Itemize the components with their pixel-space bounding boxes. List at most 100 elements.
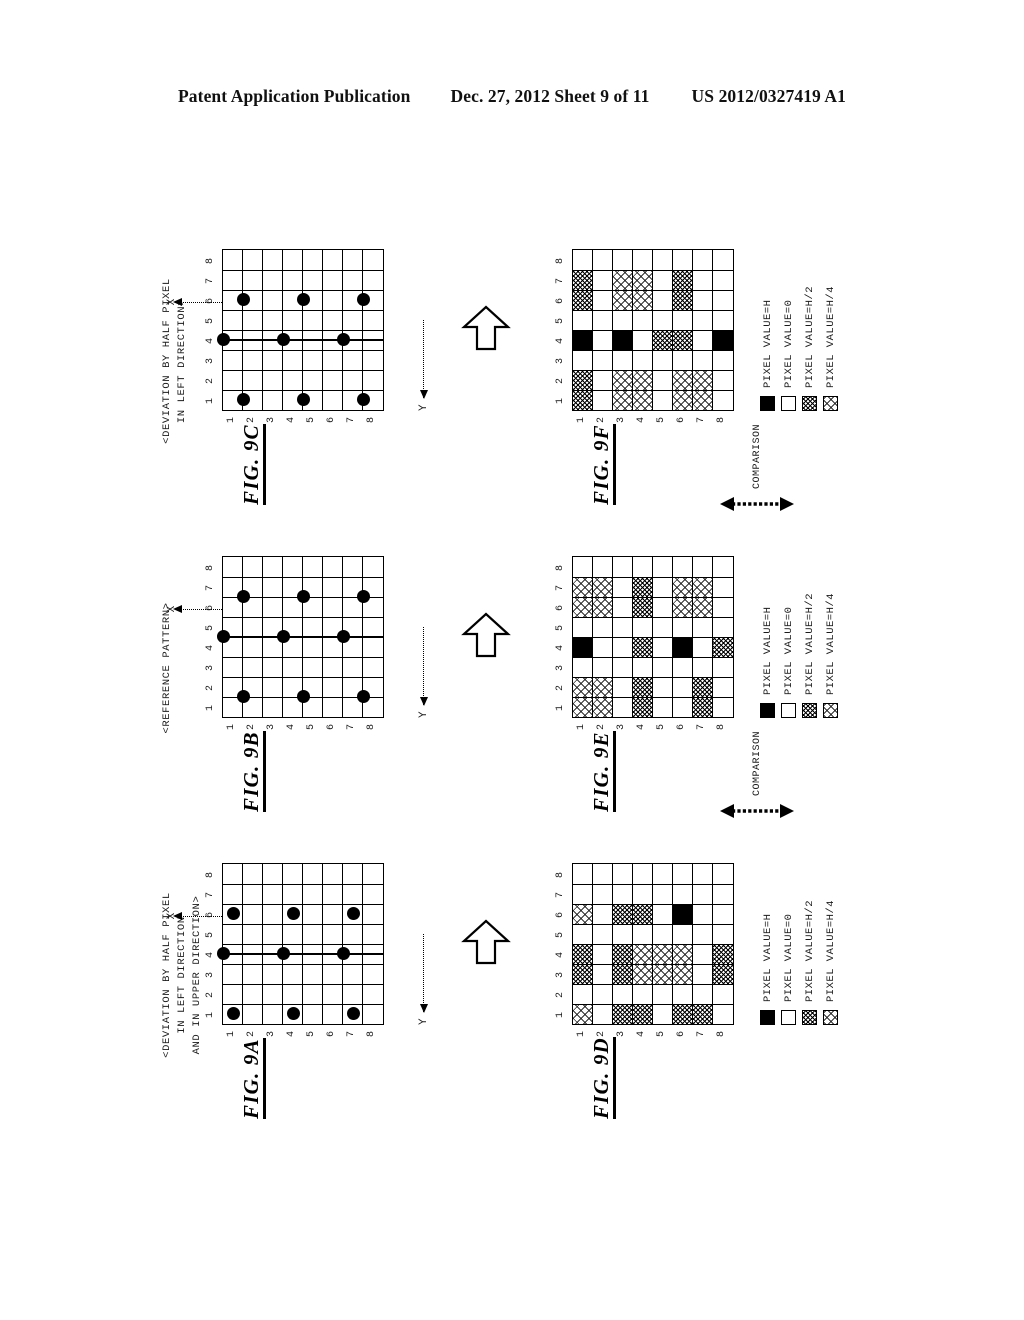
pixel-cell xyxy=(633,370,653,390)
grid-row-number: 3 xyxy=(616,1031,627,1038)
grid-row-number: 6 xyxy=(676,417,687,424)
legend-label: PIXEL VALUE=H/2 xyxy=(803,899,816,1002)
pixel-cell xyxy=(693,390,713,410)
y-axis-indicator: Y xyxy=(418,845,430,1025)
grid-cell xyxy=(223,270,243,290)
grid-cell xyxy=(303,270,323,290)
pixel-cell xyxy=(693,657,713,677)
pixel-cell xyxy=(573,557,593,577)
pixel-cell xyxy=(613,944,633,964)
pixel-cell xyxy=(673,677,693,697)
pixel-cell xyxy=(573,330,593,350)
pixel-cell xyxy=(653,637,673,657)
grid-column-number: 8 xyxy=(205,258,216,265)
pattern-dot xyxy=(216,630,230,644)
grid-cell xyxy=(263,677,283,697)
pixel-cell xyxy=(653,390,673,410)
grid-row-number: 4 xyxy=(286,1031,297,1038)
pixel-grid-c: 1234567812345678 xyxy=(555,249,734,423)
grid-cell xyxy=(323,677,343,697)
pixel-cell xyxy=(713,924,733,944)
pixel-cell xyxy=(613,270,633,290)
grid-cell xyxy=(303,1004,323,1024)
pattern-dot xyxy=(356,293,370,307)
publication-date-sheet: Dec. 27, 2012 Sheet 9 of 11 xyxy=(450,86,650,106)
x-axis-arrow-head xyxy=(173,912,182,921)
grid-row-number: 1 xyxy=(576,724,587,731)
figure-label-e: FIG. 9E xyxy=(589,731,617,812)
grid-row-number: 6 xyxy=(676,1031,687,1038)
panel-column-c: <DEVIATION BY HALF PIXEL IN LEFT DIRECTI… xyxy=(160,211,920,511)
grid-cell xyxy=(243,657,263,677)
grid-cell xyxy=(323,557,343,577)
grid-cell xyxy=(343,984,363,1004)
pixel-cell xyxy=(613,637,633,657)
grid-cell xyxy=(283,310,303,330)
pixel-cell xyxy=(653,1004,673,1024)
comparison-double-arrow-icon xyxy=(720,496,794,512)
pattern-dot xyxy=(336,333,350,347)
grid-row-numbers: 12345678 xyxy=(222,413,382,427)
grid-column-numbers: 1 2 3 4 5 6 7 8 xyxy=(555,558,566,718)
pixel-cell xyxy=(653,617,673,637)
pixel-cell xyxy=(613,657,633,677)
pixel-cell xyxy=(653,924,673,944)
pixel-cell xyxy=(713,330,733,350)
pixel-cell xyxy=(713,390,733,410)
legend-swatch-mid xyxy=(802,703,817,718)
pixel-cell xyxy=(633,924,653,944)
pixel-cell xyxy=(593,370,613,390)
grid-column-number: 7 xyxy=(555,585,566,592)
comparison-label: COMPARISON xyxy=(751,423,763,489)
pixel-cell xyxy=(713,677,733,697)
grid-cell xyxy=(303,884,323,904)
pixel-cell xyxy=(633,864,653,884)
pixel-cell xyxy=(593,390,613,410)
legend-row: PIXEL VALUE=0 xyxy=(781,593,796,718)
grid-cell xyxy=(363,924,383,944)
grid-cell xyxy=(283,884,303,904)
grid-row-number: 5 xyxy=(306,417,317,424)
pixel-cell xyxy=(693,577,713,597)
grid-row-numbers: 12345678 xyxy=(222,1027,382,1041)
grid-column-number: 1 xyxy=(555,398,566,405)
pixel-cell xyxy=(593,557,613,577)
grid-row-number: 4 xyxy=(636,724,647,731)
pixel-cell xyxy=(693,864,713,884)
grid-column-number: 1 xyxy=(555,1012,566,1019)
pixel-cell xyxy=(653,984,673,1004)
pixel-cell xyxy=(573,370,593,390)
grid-row-numbers: 12345678 xyxy=(572,413,732,427)
pixel-cell xyxy=(713,657,733,677)
grid-cell xyxy=(363,884,383,904)
grid-cell xyxy=(243,904,263,924)
grid-column-number: 7 xyxy=(555,278,566,285)
pixel-cell xyxy=(673,250,693,270)
publication-number: US 2012/0327419 A1 xyxy=(691,86,846,106)
grid-row-number: 8 xyxy=(716,1031,727,1038)
pixel-cell xyxy=(573,944,593,964)
grid-column-number: 4 xyxy=(205,952,216,959)
pixel-cell xyxy=(673,1004,693,1024)
pattern-dot xyxy=(346,907,360,921)
pixel-cell xyxy=(593,330,613,350)
grid-column-number: 4 xyxy=(555,338,566,345)
pixel-cell xyxy=(693,250,713,270)
figure-label-b: FIG. 9B xyxy=(239,731,267,812)
pixel-cell xyxy=(633,964,653,984)
pixel-cell xyxy=(593,924,613,944)
grid-row-number: 8 xyxy=(366,724,377,731)
pattern-dot xyxy=(276,333,290,347)
pixel-cell xyxy=(713,557,733,577)
grid-cell xyxy=(243,924,263,944)
pixel-cell xyxy=(673,657,693,677)
pixel-cell xyxy=(613,370,633,390)
pixel-cell xyxy=(573,390,593,410)
grid-cell xyxy=(283,984,303,1004)
pixel-cell xyxy=(673,270,693,290)
grid-cell xyxy=(343,924,363,944)
pixel-cell xyxy=(673,944,693,964)
pattern-dot xyxy=(296,590,310,604)
legend-swatch-white xyxy=(781,1010,796,1025)
grid-cell xyxy=(263,370,283,390)
